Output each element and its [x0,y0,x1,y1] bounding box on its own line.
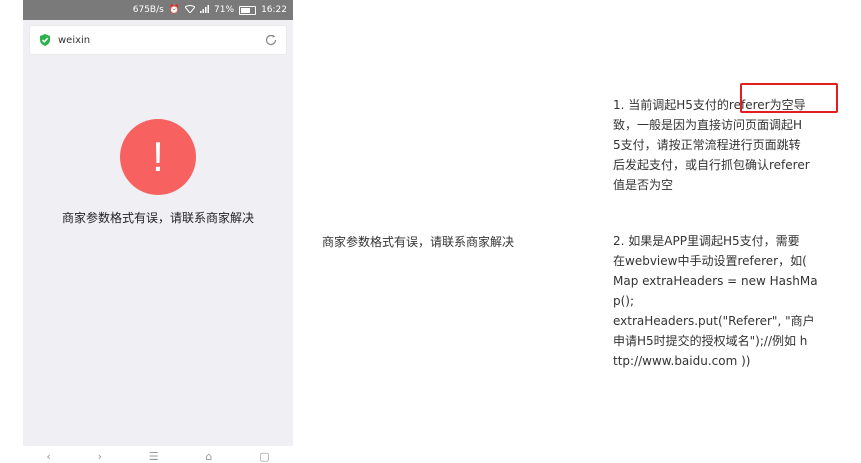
referer-highlight-box [740,83,838,113]
note-2-line: 2. 如果是APP里调起H5支付，需要 [613,234,800,248]
tabs-icon[interactable]: ▢ [259,451,269,462]
note-spacer [613,195,843,231]
note-1-line: 5支付，请按正常流程进行页面跳转 [613,138,801,152]
refresh-icon[interactable] [264,33,278,47]
status-bar: 675B/s ⏰ 71% 16:22 [23,0,293,20]
back-icon[interactable]: ‹ [46,451,50,462]
home-icon[interactable]: ⌂ [205,451,212,462]
note-2-line: 申请H5时提交的授权域名");//例如 h [613,334,808,348]
note-1-line: 后发起支付，或自行抓包确认referer [613,158,810,172]
error-page: ! 商家参数格式有误，请联系商家解决 [23,62,293,446]
network-speed: 675B/s [132,5,164,15]
wifi-icon [184,4,196,16]
battery-icon [239,5,257,15]
browser-nav-bar: ‹ › ☰ ⌂ ▢ [23,451,293,462]
alarm-icon: ⏰ [168,4,181,15]
phone-screenshot: 675B/s ⏰ 71% 16:22 weixin ! 商家参数格式有误，请联系… [23,0,293,446]
clock: 16:22 [261,5,287,15]
note-2-line: ttp://www.baidu.com )) [613,354,751,368]
note-1-line: 值是否为空 [613,178,674,192]
battery-percent: 71% [214,5,235,15]
error-icon-glyph: ! [152,133,164,180]
error-message: 商家参数格式有误，请联系商家解决 [61,211,254,225]
forward-icon[interactable]: › [98,451,102,462]
error-description: 商家参数格式有误，请联系商家解决 [322,235,515,249]
error-icon: ! [120,119,196,195]
note-1-line: 致，一般是因为直接访问页面调起H [613,118,803,132]
note-2-line: 在webview中手动设置referer，如( [613,254,807,268]
troubleshooting-notes: 1. 当前调起H5支付的referer为空导 致，一般是因为直接访问页面调起H … [613,95,843,371]
note-2-line: extraHeaders.put("Referer", "商户 [613,314,815,328]
shield-check-icon [40,34,50,46]
signal-icon [200,4,210,16]
menu-icon[interactable]: ☰ [149,451,159,462]
address-bar[interactable]: weixin [30,26,286,54]
address-text: weixin [58,34,91,46]
note-2-line: Map extraHeaders = new HashMa [613,274,818,288]
note-2-line: p(); [613,294,635,308]
